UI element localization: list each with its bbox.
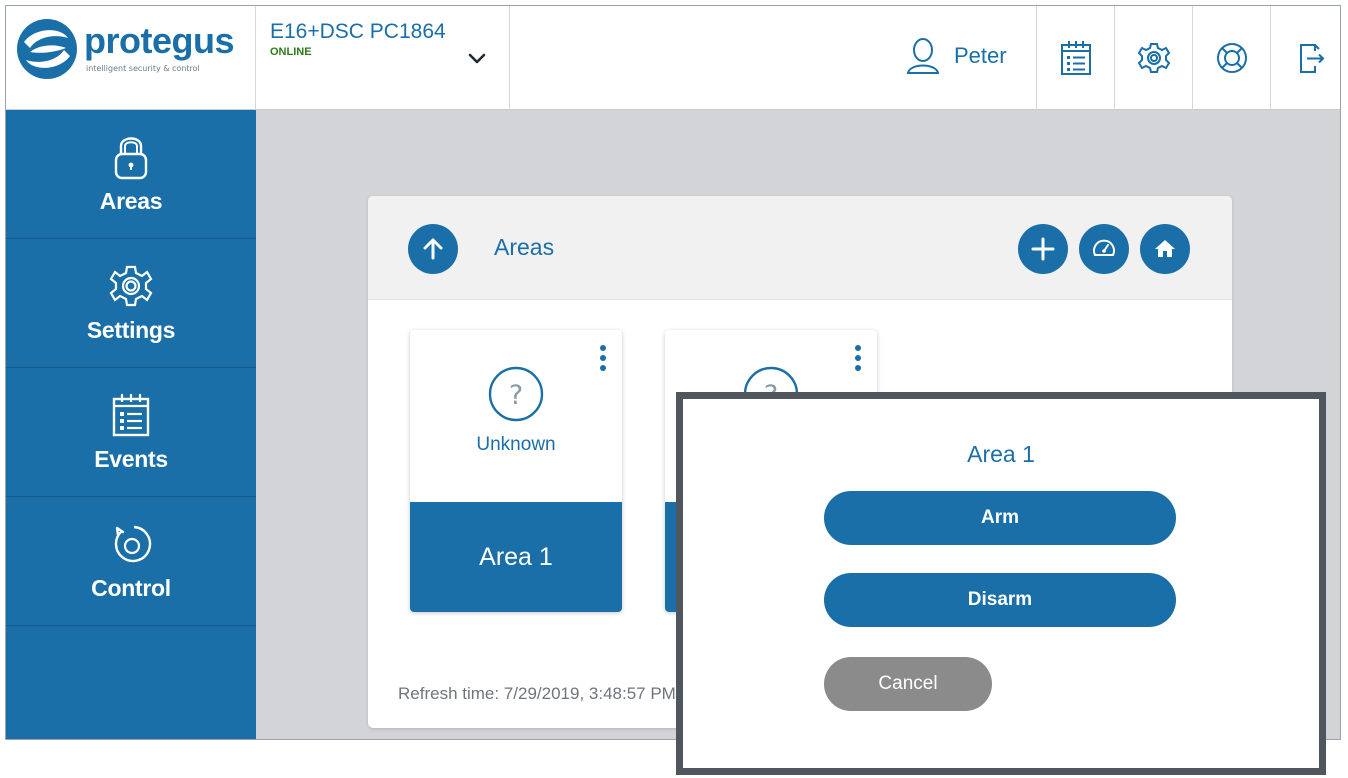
brand-tagline: intelligent security & control	[86, 64, 200, 73]
sidebar-item-control[interactable]: Control	[6, 497, 256, 626]
user-menu[interactable]: Peter	[906, 36, 1007, 76]
chevron-down-icon[interactable]	[466, 48, 488, 70]
page-title: Areas	[494, 234, 555, 260]
home-icon	[1155, 240, 1175, 257]
device-status: ONLINE	[270, 46, 312, 58]
gear-icon	[109, 265, 153, 307]
calendar-list-icon	[112, 394, 150, 437]
user-name: Peter	[954, 43, 1007, 68]
top-header: protegus intelligent security & control …	[6, 6, 1340, 110]
stay-arm-button[interactable]	[1140, 224, 1190, 274]
panel-header: Areas	[368, 196, 1232, 300]
arrow-up-icon	[423, 238, 443, 260]
device-selector[interactable]: E16+DSC PC1864 ONLINE	[256, 6, 510, 110]
calendar-list-icon	[1060, 41, 1091, 75]
more-options-icon[interactable]	[853, 344, 863, 372]
logout-header-button[interactable]	[1270, 6, 1340, 110]
events-header-button[interactable]	[1036, 6, 1114, 110]
sidebar-item-label: Control	[91, 575, 171, 601]
plus-icon	[1031, 237, 1055, 261]
device-name: E16+DSC PC1864	[270, 20, 446, 43]
area-tile[interactable]: ? Unknown Area 1	[410, 330, 622, 612]
refresh-time: Refresh time: 7/29/2019, 3:48:57 PM	[398, 684, 676, 703]
sidebar-item-label: Events	[94, 446, 168, 472]
user-icon	[906, 38, 940, 74]
help-header-button[interactable]	[1192, 6, 1270, 110]
rotate-circle-icon	[114, 525, 152, 563]
lifebuoy-icon	[1216, 43, 1247, 73]
arm-all-button[interactable]	[1079, 224, 1129, 274]
gear-icon	[1137, 43, 1170, 73]
sidebar-item-label: Settings	[86, 317, 176, 343]
settings-header-button[interactable]	[1114, 6, 1192, 110]
more-options-icon[interactable]	[598, 344, 608, 372]
padlock-icon	[114, 137, 148, 180]
sidebar-item-settings[interactable]: Settings	[6, 239, 256, 368]
svg-text:?: ?	[509, 380, 523, 411]
unknown-status-icon: ?	[488, 366, 544, 422]
gauge-icon	[1093, 239, 1115, 256]
brand-name: protegus	[84, 20, 235, 61]
logout-icon	[1299, 44, 1324, 73]
area-state: Unknown	[476, 434, 556, 455]
dialog-title: Area 1	[967, 441, 1035, 467]
area-action-dialog: Area 1 Arm Disarm Cancel	[676, 392, 1326, 775]
add-area-button[interactable]	[1018, 224, 1068, 274]
disarm-button[interactable]: Disarm	[824, 573, 1176, 627]
sidebar: Areas Settings Events Control	[6, 110, 256, 739]
sidebar-item-label: Areas	[99, 188, 163, 214]
area-name: Area 1	[410, 502, 622, 612]
sidebar-item-events[interactable]: Events	[6, 368, 256, 497]
back-up-button[interactable]	[408, 224, 458, 274]
cancel-button[interactable]: Cancel	[824, 657, 992, 711]
protegus-logo[interactable]: protegus intelligent security & control	[6, 6, 256, 110]
arm-button[interactable]: Arm	[824, 491, 1176, 545]
protegus-logo-icon	[17, 19, 77, 79]
sidebar-item-areas[interactable]: Areas	[6, 110, 256, 239]
